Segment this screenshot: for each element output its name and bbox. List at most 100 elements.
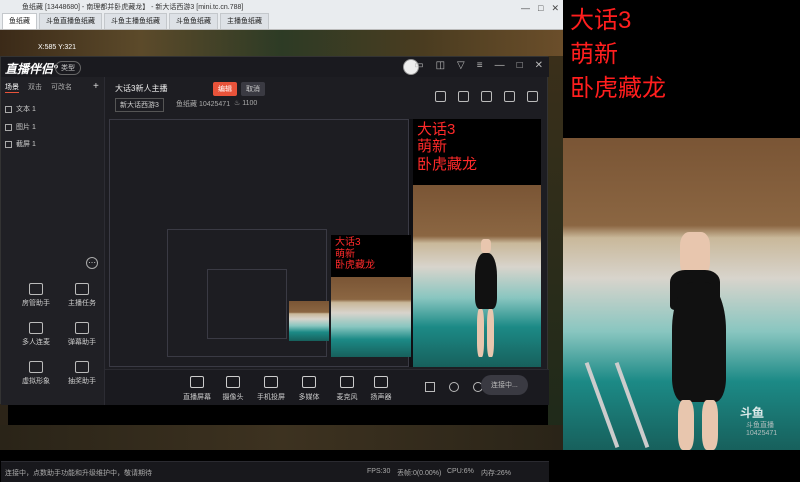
preview-overlay-text-2: 大话3 萌新 卧虎藏龙 [335,237,375,271]
room-id-watermark: 10425471 [746,430,778,437]
status-fps: FPS:30 [367,468,391,475]
microphone-icon [340,376,354,388]
right-tools [435,91,538,102]
fire-icon: ♨ [234,100,241,107]
preview-nested-window-3 [207,269,287,339]
game-scene-right [548,56,563,428]
toolbar-extra [425,382,483,392]
category-select[interactable]: 新大话西游3 [115,98,164,112]
girl-leg [678,400,694,450]
heat-count: ♨ 1100 [234,100,258,107]
overlay-line-3: 卧虎藏龙 [570,75,666,103]
preview-pool-image-2 [331,277,411,357]
close-icon[interactable]: ✕ [535,60,543,71]
game-scene-top [0,30,563,56]
overlay-text: 大话3 萌新 卧虎藏龙 [570,4,666,106]
speaker-icon [374,376,388,388]
status-bar: 连接中，点数助手功能和升级维护中，敬请期待 FPS:30 丢帧:0(0.00%)… [1,461,549,482]
download-icon [29,322,43,334]
image-icon [5,123,12,131]
tab-1[interactable]: 鱼纸藏 [2,13,37,29]
eye-icon[interactable] [449,382,459,392]
window-title: 鱼纸藏 [13448680] - 南理都并卧虎藏龙】 - 新大话西游3 [min… [22,4,244,11]
person-icon [29,283,43,295]
bell-icon[interactable] [504,91,515,102]
chat-icon [75,322,89,334]
share-icon[interactable] [527,91,538,102]
gift-icon[interactable]: ◫ [436,60,445,71]
preview-girl-body [475,253,497,309]
screenshot-icon [5,140,12,148]
tab-3[interactable]: 斗鱼主播鱼纸藏 [104,13,167,29]
preview-girl-leg [487,309,494,357]
phone-cast-button[interactable]: 手机投屏 [251,376,291,402]
virtual-avatar-button[interactable]: 虚拟形象 [19,361,53,386]
tab-4[interactable]: 斗鱼鱼纸藏 [169,13,218,29]
platform-text: 斗鱼直播 [746,422,774,429]
minimize-icon[interactable]: — [495,60,505,71]
game-hotbar [0,425,563,450]
streamer-app-window: 直播伴侣° 类型 ▭ ◫ ▽ ≡ — □ ✕ 场景 双击 可改名 + 文本 1 … [0,56,549,482]
message-icon[interactable]: ▭ [414,60,423,71]
status-message: 连接中，点数助手功能和升级维护中，敬请期待 [5,470,152,477]
panel-tabs: 场景 双击 可改名 [1,82,72,93]
girl-leg [702,400,718,450]
lottery-helper-button[interactable]: 抽奖助手 [65,361,99,386]
speaker-button[interactable]: 扬声器 [361,376,401,402]
maximize-icon[interactable]: □ [517,60,523,71]
source-item[interactable]: 文本 1 [5,104,36,114]
camera-button[interactable]: 摄像头 [213,376,253,402]
gift-icon[interactable] [435,91,446,102]
preview-girl-head [481,239,491,253]
status-memory: 内存:26% [481,470,511,477]
tab-2[interactable]: 斗鱼直播鱼纸藏 [39,13,102,29]
shirt-icon[interactable]: ▽ [457,60,465,71]
calendar-icon[interactable] [481,91,492,102]
preview-girl-leg [477,309,484,357]
phone-icon [264,376,278,388]
streamer-tasks-button[interactable]: 主播任务 [65,283,99,308]
source-item[interactable]: 图片 1 [5,122,36,132]
app-header: 直播伴侣° 类型 ▭ ◫ ▽ ≡ — □ ✕ [1,57,549,77]
monitor-icon [190,376,204,388]
status-cpu: CPU:6% [447,468,474,475]
danmaku-helper-button[interactable]: 弹幕助手 [65,322,99,347]
type-badge[interactable]: 类型 [55,61,81,75]
cancel-button[interactable]: 取消 [241,82,265,96]
game-coordinates: X:585 Y:321 [38,44,77,51]
multi-mic-button[interactable]: 多人连麦 [19,322,53,347]
more-icon[interactable]: ⋯ [86,257,98,269]
tab-rename[interactable]: 可改名 [51,82,72,93]
header-icons: ▭ ◫ ▽ ≡ — □ ✕ [414,60,543,71]
edit-button[interactable]: 编辑 [213,82,237,96]
scene-panel: 场景 双击 可改名 + 文本 1 图片 1 截屏 1 ⋯ 房管助手 主播任务 多… [1,77,105,405]
tv-icon [75,361,89,373]
settings-icon[interactable]: ≡ [477,60,483,71]
tab-scenes[interactable]: 场景 [5,82,19,93]
screen-capture-button[interactable]: 直播屏幕 [177,376,217,402]
room-manager-button[interactable]: 房管助手 [19,283,53,308]
tab-5[interactable]: 主播鱼纸藏 [220,13,269,29]
app-logo: 直播伴侣° [5,62,58,76]
checklist-icon [75,283,89,295]
overlay-line-1: 大话3 [570,7,632,34]
download-icon [29,361,43,373]
record-icon[interactable] [425,382,435,392]
platform-logo: 斗鱼 [740,406,765,420]
status-drop: 丢帧:0(0.00%) [397,470,442,477]
tab-double-click[interactable]: 双击 [28,82,42,93]
browser-tabbar: 鱼纸藏 [13448680] - 南理都并卧虎藏龙】 - 新大话西游3 [min… [0,0,563,30]
preview-pool-image-3 [289,301,329,341]
source-item[interactable]: 截屏 1 [5,139,36,149]
girl-body [672,282,726,402]
camera-icon [226,376,240,388]
room-id: 鱼纸藏 10425471 [176,101,231,108]
text-icon [5,105,12,113]
multimedia-button[interactable]: 多媒体 [289,376,329,402]
overlay-line-2: 萌新 [570,41,618,69]
add-source-icon[interactable]: + [93,81,99,92]
room-title-input[interactable]: 大话3新人主播 [115,83,167,94]
start-live-button[interactable]: 连接中... [481,375,528,395]
live-preview[interactable]: 大话3 萌新 卧虎藏龙 大话3 萌新 卧虎藏龙 [109,119,541,367]
lock-icon[interactable] [458,91,469,102]
